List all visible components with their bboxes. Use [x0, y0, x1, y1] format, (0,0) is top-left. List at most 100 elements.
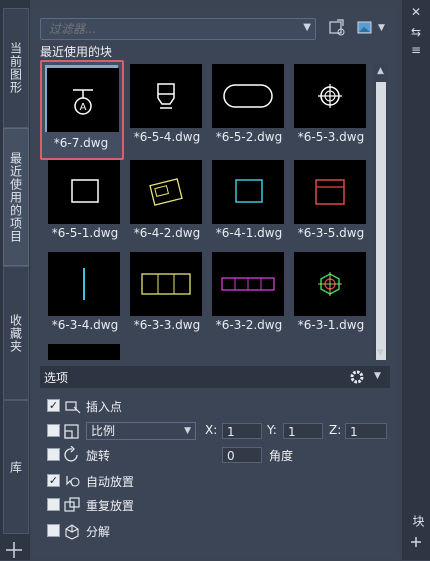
grid-scrollbar[interactable]: ▲ ▼ — [374, 64, 388, 360]
tab-library-label: 库 — [8, 460, 23, 474]
block-item[interactable]: *6-5-3.dwg — [290, 60, 372, 144]
thumbnail-view-icon[interactable] — [356, 19, 374, 37]
scale-icon — [63, 422, 81, 440]
chevron-down-icon: ▼ — [184, 426, 191, 436]
options-header[interactable]: 选项 ▼ — [40, 366, 390, 388]
gear-icon[interactable] — [348, 368, 366, 386]
auto-place-icon — [63, 472, 81, 490]
rotate-option: 旋转 0 角度 — [47, 445, 347, 464]
repeat-place-checkbox[interactable] — [47, 498, 60, 511]
import-block-icon[interactable] — [328, 19, 346, 37]
tab-favorites[interactable]: 收藏夹 — [3, 266, 29, 400]
block-label: *6-3-5.dwg — [297, 226, 365, 240]
block-item[interactable]: *6-3-4.dwg — [44, 248, 126, 332]
scale-mode-select[interactable]: 比例 ▼ — [86, 422, 196, 440]
block-label: *6-7.dwg — [53, 136, 109, 150]
scale-option: 比例 ▼ X: 1 Y: 1 Z: 1 — [47, 422, 392, 440]
cyan-square-symbol-icon — [212, 160, 284, 224]
cyan-line-symbol-icon — [48, 252, 120, 316]
close-icon[interactable]: ✕ — [408, 4, 424, 20]
explode-label: 分解 — [86, 525, 111, 539]
scale-checkbox[interactable] — [47, 424, 60, 437]
green-hexagon-symbol-icon — [294, 252, 366, 316]
section-title: 最近使用的块 — [40, 45, 113, 59]
block-item[interactable]: *6-5-1.dwg — [44, 156, 126, 240]
view-options-chevron-icon[interactable]: ▼ — [378, 23, 385, 33]
red-box-symbol-icon — [294, 160, 366, 224]
palette-title: 块 — [411, 515, 425, 527]
magenta-bar-symbol-icon — [212, 252, 284, 316]
scrollbar-thumb[interactable] — [376, 82, 386, 360]
auto-place-label: 自动放置 — [86, 475, 135, 489]
rotate-label: 旋转 — [86, 449, 111, 463]
tab-recent-items[interactable]: 最近使用的项目 — [3, 128, 29, 266]
options-chevron-down-icon[interactable]: ▼ — [374, 371, 381, 381]
scroll-down-icon[interactable]: ▼ — [377, 348, 384, 358]
block-label: *6-5-2.dwg — [215, 130, 283, 144]
scroll-up-icon[interactable]: ▲ — [377, 66, 384, 76]
insert-point-checkbox[interactable]: ✓ — [47, 399, 60, 412]
block-item-partial[interactable] — [44, 340, 126, 360]
explode-icon — [63, 522, 81, 540]
insert-point-label: 插入点 — [86, 400, 123, 414]
rotate-angle-input[interactable]: 0 — [222, 447, 262, 463]
box-symbol-icon — [130, 64, 202, 128]
filter-input[interactable] — [47, 20, 291, 38]
block-item[interactable]: *6-3-1.dwg — [290, 248, 372, 332]
chevron-down-icon[interactable]: ▼ — [303, 22, 311, 33]
block-label: *6-3-1.dwg — [297, 318, 365, 332]
palette-tab-strip: 当前图形 最近使用的项目 收藏夹 库 — [0, 0, 30, 560]
block-label: *6-3-4.dwg — [51, 318, 119, 332]
scale-z-input[interactable]: 1 — [345, 423, 387, 439]
tab-favorites-label: 收藏夹 — [8, 313, 23, 353]
properties-icon[interactable]: ≡ — [408, 42, 424, 58]
scale-x-label: X: — [205, 423, 218, 437]
block-grid: A *6-7.dwg *6-5-4.dwg *6-5-2.dwg *6-5-3.… — [40, 60, 374, 360]
tab-current-drawing-label: 当前图形 — [8, 42, 23, 94]
svg-text:A: A — [80, 102, 87, 113]
grip-icon[interactable] — [408, 534, 424, 550]
block-item[interactable]: A *6-7.dwg — [40, 60, 124, 160]
yellow-bar-symbol-icon — [130, 252, 202, 316]
scale-mode-value: 比例 — [91, 424, 116, 438]
auto-place-checkbox[interactable]: ✓ — [47, 474, 60, 487]
scale-y-input[interactable]: 1 — [283, 423, 323, 439]
repeat-place-icon — [63, 496, 81, 514]
block-item[interactable]: *6-3-5.dwg — [290, 156, 372, 240]
scale-x-input[interactable]: 1 — [222, 423, 262, 439]
palette-corner-grip[interactable] — [4, 538, 24, 558]
block-thumbnail — [48, 344, 120, 360]
crosshair-circle-symbol-icon — [294, 64, 366, 128]
explode-checkbox[interactable] — [47, 524, 60, 537]
tab-library[interactable]: 库 — [3, 400, 29, 534]
block-label: *6-5-1.dwg — [51, 226, 119, 240]
block-label: *6-3-2.dwg — [215, 318, 283, 332]
block-item[interactable]: *6-5-4.dwg — [126, 60, 208, 144]
palette-title-strip: ✕ ⇆ ≡ 块 — [402, 0, 430, 560]
rounded-slot-symbol-icon — [212, 64, 284, 128]
repeat-place-label: 重复放置 — [86, 499, 135, 513]
block-item[interactable]: *6-5-2.dwg — [208, 60, 290, 144]
rotate-checkbox[interactable] — [47, 448, 60, 461]
rotate-icon — [63, 445, 81, 464]
block-item[interactable]: *6-4-1.dwg — [208, 156, 290, 240]
block-item[interactable]: *6-4-2.dwg — [126, 156, 208, 240]
filter-combo[interactable]: ▼ — [40, 18, 316, 40]
block-item[interactable]: *6-3-2.dwg — [208, 248, 290, 332]
block-label: *6-4-1.dwg — [215, 226, 283, 240]
rotate-unit-label: 角度 — [269, 449, 294, 463]
auto-hide-icon[interactable]: ⇆ — [408, 24, 424, 40]
block-item[interactable]: *6-3-3.dwg — [126, 248, 208, 332]
options-title: 选项 — [44, 371, 69, 385]
scale-z-label: Z: — [329, 423, 342, 437]
block-label: *6-5-4.dwg — [133, 130, 201, 144]
rotated-rect-symbol-icon — [130, 160, 202, 224]
tab-current-drawing[interactable]: 当前图形 — [3, 8, 29, 128]
block-label: *6-3-3.dwg — [133, 318, 201, 332]
block-label: *6-4-2.dwg — [133, 226, 201, 240]
insert-point-icon — [63, 397, 81, 415]
tab-recent-items-label: 最近使用的项目 — [8, 151, 23, 243]
circle-a-symbol-icon: A — [47, 68, 119, 132]
scale-y-label: Y: — [267, 423, 277, 437]
square-symbol-icon — [48, 160, 120, 224]
